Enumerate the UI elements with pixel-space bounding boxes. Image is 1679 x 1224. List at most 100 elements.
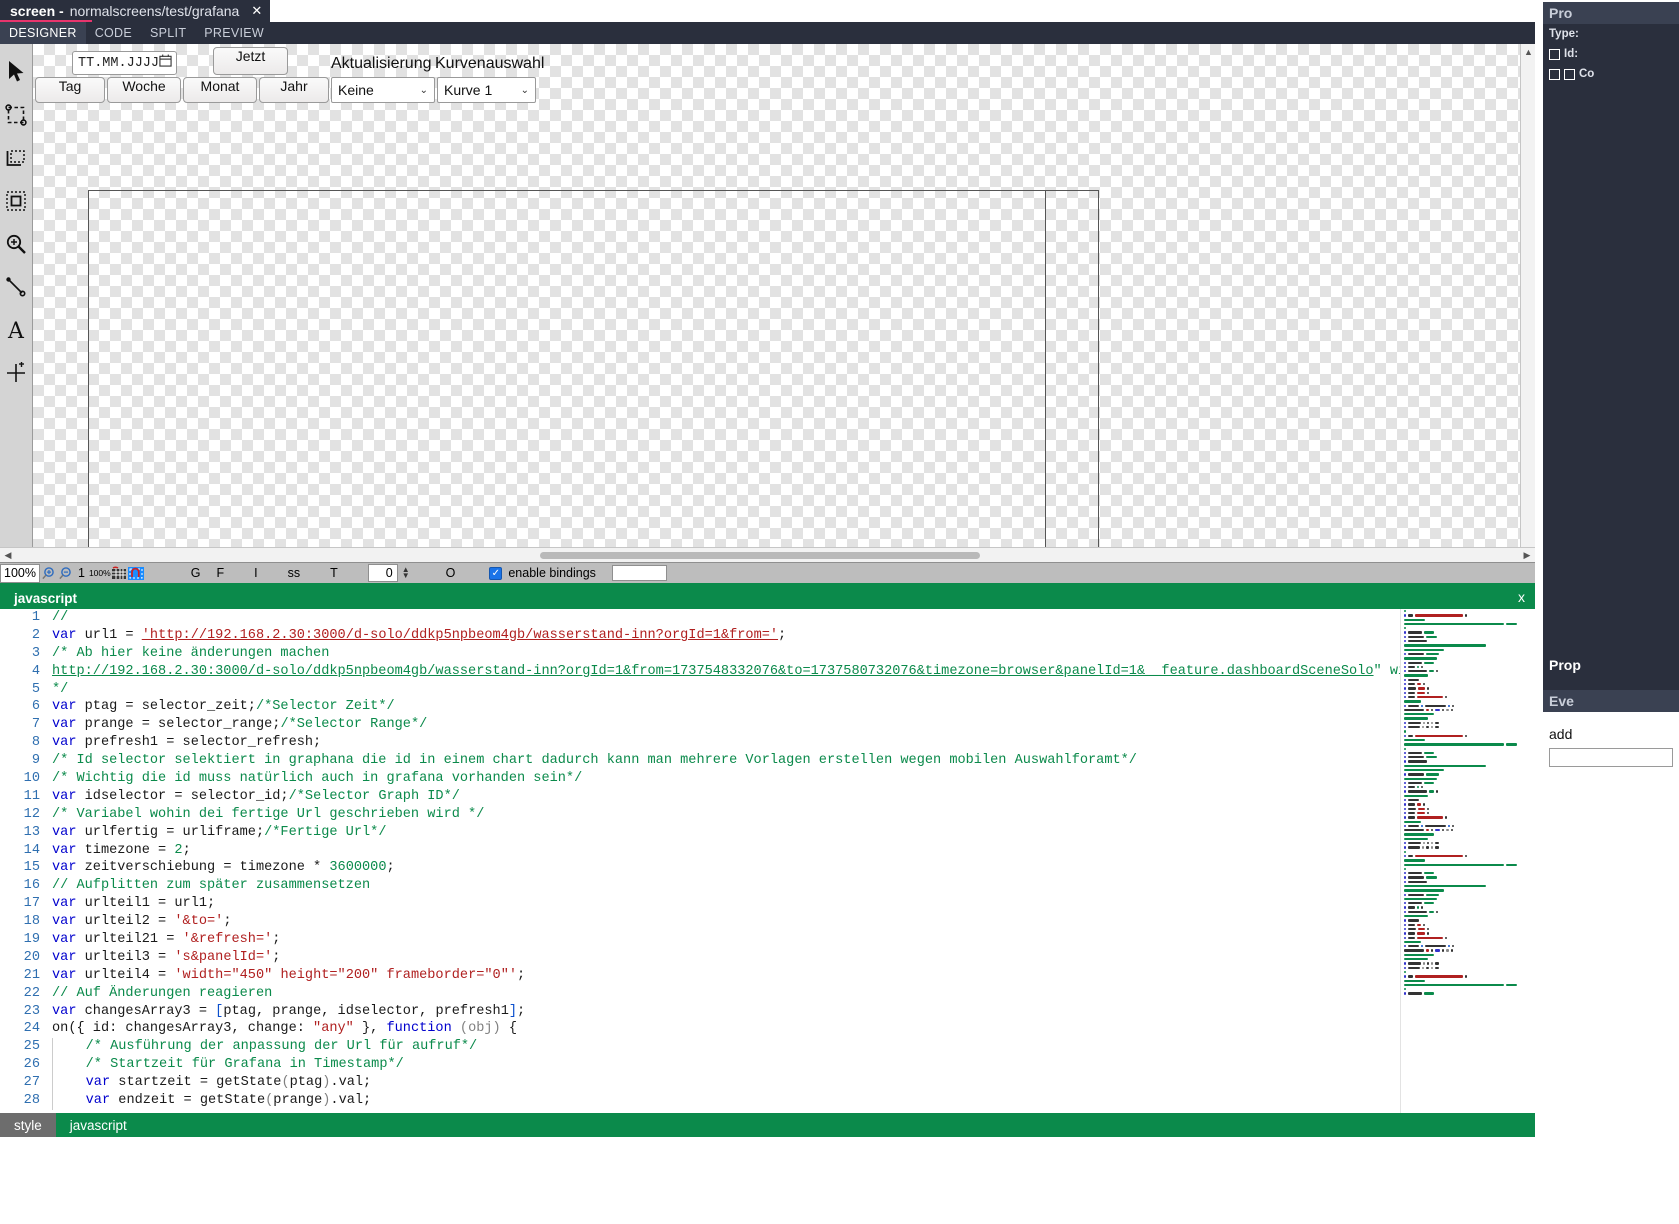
code-line[interactable]: 21 var urlteil4 = 'width="450" height="20…: [0, 967, 1400, 985]
code-token: var: [52, 627, 77, 643]
pointer-tool[interactable]: [0, 50, 33, 93]
code-line[interactable]: 15 var zeitverschiebung = timezone * 3600…: [0, 859, 1400, 877]
text-tool[interactable]: A: [0, 308, 33, 351]
group-tool[interactable]: [0, 136, 33, 179]
code-line[interactable]: 20 var urlteil3 = 's&panelId=';: [0, 949, 1400, 967]
id-checkbox[interactable]: [1549, 48, 1560, 60]
code-line[interactable]: 24 on({ id: changesArray3, change: "any" …: [0, 1020, 1400, 1038]
code-line[interactable]: 12 /* Variabel wohin dei fertige Url gesc…: [0, 806, 1400, 824]
minimap-token: [1424, 945, 1447, 948]
code-line[interactable]: 23 var changesArray3 = [ptag, prange, ids…: [0, 1003, 1400, 1021]
code-line[interactable]: 13 var urlfertig = urliframe;/*Fertige Ur…: [0, 824, 1400, 842]
code-line[interactable]: 11 var idselector = selector_id;/*Selecto…: [0, 788, 1400, 806]
iframe-placeholder[interactable]: [88, 190, 1099, 547]
canvas-vertical-scrollbar[interactable]: ▲: [1520, 44, 1535, 547]
zoom-tool[interactable]: [0, 222, 33, 265]
id-row[interactable]: Id:: [1543, 44, 1679, 64]
mode-preview[interactable]: PREVIEW: [195, 22, 273, 44]
bindings-input[interactable]: [611, 565, 667, 581]
period-button-woche[interactable]: Woche: [107, 77, 181, 103]
code-line[interactable]: 17 var urlteil1 = url1;: [0, 895, 1400, 913]
code-token: ;: [272, 932, 281, 948]
type-row[interactable]: Type:: [1543, 24, 1679, 44]
toggle-g[interactable]: G: [183, 566, 209, 580]
scale-indicator[interactable]: 100%: [89, 568, 111, 578]
co-checkbox-2[interactable]: [1564, 68, 1575, 80]
toggle-ss[interactable]: ss: [280, 566, 309, 580]
enable-bindings-checkbox[interactable]: ✓: [489, 566, 503, 580]
number-input[interactable]: 0: [367, 564, 398, 582]
date-input[interactable]: TT.MM.JJJJ: [72, 51, 177, 75]
scroll-up-arrow[interactable]: ▲: [1521, 44, 1536, 59]
mode-designer[interactable]: DESIGNER: [0, 22, 86, 44]
hscroll-thumb[interactable]: [540, 552, 980, 559]
code-line[interactable]: 1 //: [0, 609, 1400, 627]
code-line[interactable]: 10 /* Wichtig die id muss natürlich auch …: [0, 770, 1400, 788]
period-button-monat[interactable]: Monat: [183, 77, 257, 103]
outline-toggle[interactable]: O: [438, 566, 464, 580]
document-tab[interactable]: screen - normalscreens/test/grafana ✕: [0, 0, 271, 22]
select-rect-tool[interactable]: [0, 93, 33, 136]
code-token: var: [52, 932, 77, 948]
code-area[interactable]: 1 // 2 var url1 = 'http://192.168.2.30:3000…: [0, 609, 1400, 1117]
editor-close-icon[interactable]: x: [1518, 589, 1525, 605]
code-line[interactable]: 16 // Aufplitten zum später zusammensetze…: [0, 877, 1400, 895]
code-line[interactable]: 4 http://192.168.2.30:3000/d-solo/ddkp5np…: [0, 663, 1400, 681]
code-token: // Aufplitten zum später zusammensetzen: [52, 878, 371, 894]
code-line[interactable]: 2 var url1 = 'http://192.168.2.30:3000/d-…: [0, 627, 1400, 645]
toggle-t[interactable]: T: [322, 566, 346, 580]
event-input[interactable]: [1549, 748, 1673, 767]
design-canvas[interactable]: TT.MM.JJJJ Jetzt Aktualisierung Kurvenau…: [33, 44, 1535, 547]
grid-icon[interactable]: [111, 564, 128, 583]
zoom-level[interactable]: 100%: [0, 563, 40, 583]
toggle-i[interactable]: I: [246, 566, 265, 580]
tab-style[interactable]: style: [0, 1113, 56, 1137]
code-line[interactable]: 19 var urlteil21 = '&refresh=';: [0, 931, 1400, 949]
code-token: ): [322, 1075, 331, 1091]
calendar-icon[interactable]: [159, 54, 172, 72]
scroll-left-arrow[interactable]: ◀: [0, 550, 16, 561]
line-tool[interactable]: [0, 265, 33, 308]
frame-tool[interactable]: [0, 179, 33, 222]
canvas-horizontal-scrollbar[interactable]: ◀ ▶: [0, 547, 1535, 562]
period-button-jahr[interactable]: Jahr: [259, 77, 329, 103]
code-minimap[interactable]: [1400, 609, 1535, 1117]
number-stepper[interactable]: ▲ ▼: [398, 566, 414, 580]
code-line[interactable]: 6 var ptag = selector_zeit;/*Selector Zei…: [0, 698, 1400, 716]
scroll-right-arrow[interactable]: ▶: [1519, 550, 1535, 561]
toggle-f[interactable]: F: [208, 566, 232, 580]
minimap-token: [1408, 687, 1417, 690]
minimap-token: [1451, 829, 1454, 832]
code-token: prefresh1 = selector_refresh;: [76, 735, 322, 751]
move-tool[interactable]: [0, 351, 33, 394]
code-line[interactable]: 26 /* Startzeit für Grafana in Timestamp…: [0, 1056, 1400, 1075]
zoom-out-icon[interactable]: [57, 564, 74, 583]
co-checkbox-1[interactable]: [1549, 68, 1560, 80]
code-line[interactable]: 7 var prange = selector_range;/*Selector …: [0, 716, 1400, 734]
layer-indicator[interactable]: 1: [74, 566, 89, 580]
zoom-in-icon[interactable]: [40, 564, 57, 583]
now-button[interactable]: Jetzt: [213, 47, 288, 75]
code-line[interactable]: 25 /* Ausführung der anpassung der Url f…: [0, 1038, 1400, 1057]
code-line[interactable]: 28 var endzeit = getState(prange) .val;: [0, 1092, 1400, 1110]
code-line[interactable]: 9 /* Id selector selektiert in graphana d…: [0, 752, 1400, 770]
mode-code[interactable]: CODE: [86, 22, 141, 44]
stepper-down-icon[interactable]: ▼: [402, 572, 410, 580]
mode-split[interactable]: SPLIT: [141, 22, 195, 44]
co-row[interactable]: Co: [1543, 64, 1679, 84]
code-line[interactable]: 14 var timezone = 2;: [0, 842, 1400, 860]
tab-javascript[interactable]: javascript: [55, 1113, 141, 1137]
period-button-tag[interactable]: Tag: [35, 77, 105, 103]
code-line[interactable]: 27 var startzeit = getState(ptag) .val;: [0, 1074, 1400, 1093]
code-line[interactable]: 18 var urlteil2 = '&to=';: [0, 913, 1400, 931]
refresh-select[interactable]: Keine ⌄: [331, 77, 435, 103]
code-line[interactable]: 22 // Auf Änderungen reagieren: [0, 985, 1400, 1003]
code-line[interactable]: 8 var prefresh1 = selector_refresh;: [0, 734, 1400, 752]
code-line[interactable]: 3 /* Ab hier keine änderungen machen: [0, 645, 1400, 663]
add-event-label[interactable]: add: [1543, 722, 1679, 746]
minimap-token: [1408, 799, 1419, 802]
close-icon[interactable]: ✕: [251, 3, 262, 19]
snap-icon[interactable]: [128, 564, 145, 583]
curve-select[interactable]: Kurve 1 ⌄: [437, 77, 536, 103]
code-line[interactable]: 5 */: [0, 681, 1400, 699]
